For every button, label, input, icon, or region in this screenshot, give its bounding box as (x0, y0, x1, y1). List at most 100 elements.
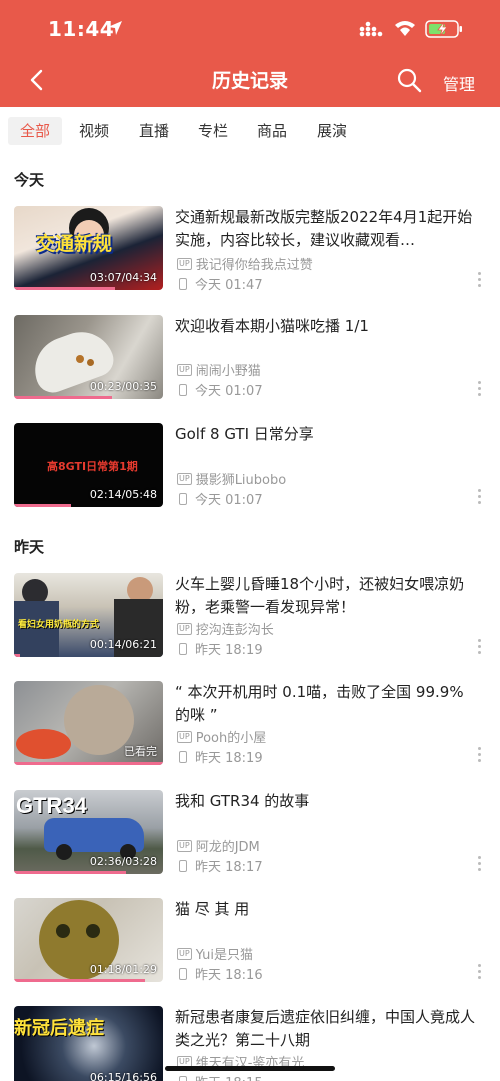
watch-progress-bar (14, 396, 113, 399)
phone-icon (179, 1075, 187, 1081)
tab-video[interactable]: 视频 (70, 117, 118, 145)
history-item[interactable]: 交通新规 03:07/04:34 交通新规最新改版完整版2022年4月1起开始实… (0, 206, 500, 296)
section-title-today: 今天 (14, 171, 45, 189)
thumbnail-caption: 交通新规 (36, 233, 113, 255)
watched-time: 今天 01:07 (195, 493, 263, 508)
cellular-signal-icon (359, 21, 383, 37)
video-title: “ 本次开机用时 0.1喵，击败了全国 99.9% 的咪 ” (175, 683, 464, 724)
watch-progress-text: 已看完 (124, 745, 157, 758)
uploader-name: 我记得你给我点过赞 (195, 258, 313, 273)
watch-progress-text: 02:36/03:28 (89, 855, 157, 868)
watch-progress-text: 01:18/01:29 (89, 963, 157, 976)
video-title: 我和 GTR34 的故事 (175, 792, 310, 810)
watched-time: 昨天 18:17 (195, 860, 263, 875)
phone-icon (179, 642, 187, 655)
watched-time-row: 昨天 18:19 (177, 639, 263, 658)
uploader-name: Pooh的小屋 (195, 731, 267, 746)
video-title: Golf 8 GTI 日常分享 (175, 425, 314, 443)
section-title-yesterday: 昨天 (14, 538, 45, 556)
tab-live[interactable]: 直播 (130, 117, 178, 145)
video-thumbnail: 高8GTI日常第1期 02:14/05:48 (14, 423, 163, 507)
location-arrow-icon (108, 21, 122, 35)
phone-icon (179, 492, 187, 505)
tab-goods[interactable]: 商品 (248, 117, 296, 145)
uploader-name: 阿龙的JDM (195, 840, 260, 855)
up-badge-icon: UP (177, 257, 192, 270)
more-options-icon[interactable] (478, 964, 482, 982)
page-title: 历史记录 (211, 70, 288, 92)
more-options-icon[interactable] (478, 381, 482, 399)
video-thumbnail: 交通新规 03:07/04:34 (14, 206, 163, 290)
watched-time: 昨天 18:19 (195, 643, 263, 658)
home-indicator[interactable] (165, 1066, 335, 1071)
video-thumbnail: 01:18/01:29 (14, 898, 163, 982)
watch-progress-bar (14, 287, 116, 290)
search-icon[interactable] (396, 67, 422, 93)
watched-time: 昨天 18:19 (195, 751, 263, 766)
history-item[interactable]: 已看完 “ 本次开机用时 0.1喵，击败了全国 99.9% 的咪 ” UP Poo… (0, 681, 500, 771)
thumbnail-caption: 看妇女用奶瓶的方式 (18, 620, 100, 630)
uploader-row: UP 挖沟连彭沟长 (177, 619, 274, 638)
history-item[interactable]: GTR34 02:36/03:28 我和 GTR34 的故事 UP 阿龙的JDM … (0, 790, 500, 880)
video-thumbnail: 看妇女用奶瓶的方式 00:14/06:21 (14, 573, 163, 657)
phone-icon (179, 859, 187, 872)
more-options-icon[interactable] (478, 747, 482, 765)
watch-progress-text: 00:14/06:21 (89, 638, 157, 651)
tab-show[interactable]: 展演 (308, 117, 356, 145)
history-item[interactable]: 高8GTI日常第1期 02:14/05:48 Golf 8 GTI 日常分享 U… (0, 423, 500, 513)
watch-progress-text: 00:23/00:35 (89, 380, 157, 393)
thumbnail-caption: GTR34 (16, 793, 87, 818)
header-bar: 11:44 历史记录 管理 (0, 0, 500, 107)
phone-icon (179, 277, 187, 290)
uploader-row: UP Pooh的小屋 (177, 727, 266, 746)
watch-progress-bar (14, 762, 163, 765)
uploader-name: 挖沟连彭沟长 (195, 623, 274, 638)
battery-charging-icon (425, 20, 462, 38)
watched-time: 昨天 18:15 (195, 1072, 263, 1081)
watched-time-row: 昨天 18:19 (177, 747, 263, 766)
tab-all[interactable]: 全部 (8, 117, 62, 145)
phone-icon (179, 383, 187, 396)
uploader-name: Yui是只猫 (195, 948, 253, 963)
watch-progress-bar (14, 871, 126, 874)
watch-progress-text: 02:14/05:48 (89, 488, 157, 501)
more-options-icon[interactable] (478, 639, 482, 657)
watch-progress-text: 06:15/16:56 (89, 1071, 157, 1081)
phone-icon (179, 750, 187, 763)
watch-progress-bar (14, 504, 71, 507)
watched-time-row: 今天 01:07 (177, 380, 263, 399)
more-options-icon[interactable] (478, 856, 482, 874)
up-badge-icon: UP (177, 947, 192, 960)
uploader-name: 摄影狮Liubobo (195, 473, 287, 488)
watched-time-row: 今天 01:47 (177, 274, 263, 293)
more-options-icon[interactable] (478, 272, 482, 290)
video-title: 猫 尽 其 用 (175, 900, 250, 918)
watched-time: 今天 01:47 (195, 278, 263, 293)
watched-time: 昨天 18:16 (195, 968, 263, 983)
manage-button[interactable]: 管理 (443, 71, 475, 95)
phone-icon (179, 967, 187, 980)
video-thumbnail: 新冠后遗症 06:15/16:56 (14, 1006, 163, 1081)
tab-column[interactable]: 专栏 (189, 117, 237, 145)
video-title: 火车上婴儿昏睡18个小时，还被妇女喂凉奶粉，老乘警一看发现异常！ (175, 575, 465, 616)
history-item[interactable]: 看妇女用奶瓶的方式 00:14/06:21 火车上婴儿昏睡18个小时，还被妇女喂… (0, 573, 500, 663)
video-title: 交通新规最新改版完整版2022年4月1起开始实施，内容比较长，建议收藏观看… (175, 208, 473, 249)
watched-time: 今天 01:07 (195, 384, 263, 399)
more-options-icon[interactable] (478, 489, 482, 507)
history-item[interactable]: 01:18/01:29 猫 尽 其 用 UP Yui是只猫 昨天 18:16 (0, 898, 500, 988)
uploader-name: 闹闹小野猫 (195, 364, 261, 379)
uploader-row: UP 闹闹小野猫 (177, 360, 261, 379)
watched-time-row: 昨天 18:15 (177, 1072, 263, 1081)
status-time: 11:44 (48, 17, 115, 41)
watch-progress-bar (14, 979, 146, 982)
uploader-row: UP 我记得你给我点过赞 (177, 254, 313, 273)
watched-time-row: 昨天 18:16 (177, 964, 263, 983)
up-badge-icon: UP (177, 622, 192, 635)
video-thumbnail: 00:23/00:35 (14, 315, 163, 399)
category-tabs: 全部 视频 直播 专栏 商品 展演 (0, 107, 500, 153)
video-thumbnail: GTR34 02:36/03:28 (14, 790, 163, 874)
up-badge-icon: UP (177, 363, 192, 376)
history-item[interactable]: 00:23/00:35 欢迎收看本期小猫咪吃播 1/1 UP 闹闹小野猫 今天 0… (0, 315, 500, 405)
uploader-row: UP Yui是只猫 (177, 944, 253, 963)
uploader-row: UP 摄影狮Liubobo (177, 469, 286, 488)
